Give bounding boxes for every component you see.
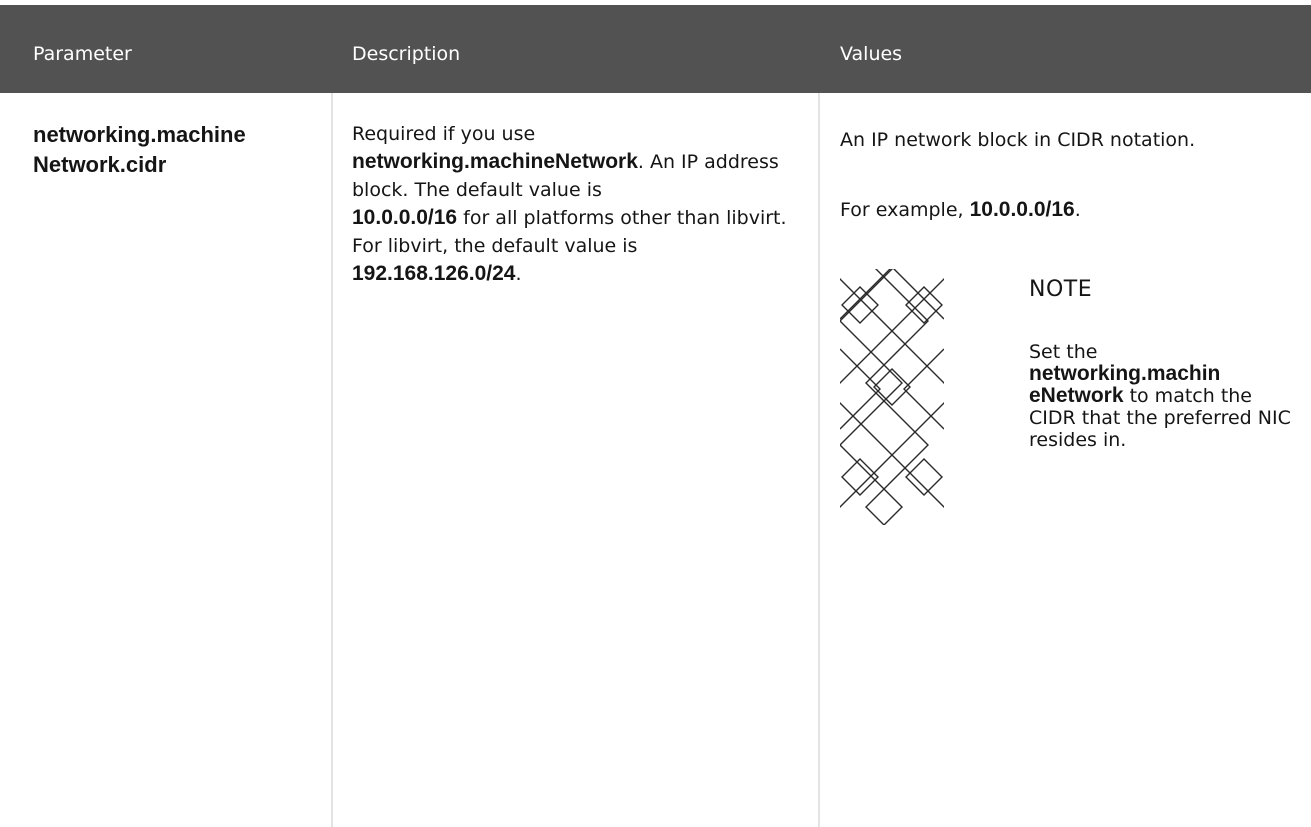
parameter-name-line2: Network.cidr (33, 152, 167, 177)
note-body: Set the networking.machin eNetwork to ma… (1029, 341, 1291, 451)
note-title: NOTE (1029, 277, 1093, 302)
note-bold-1: networking.machin (1029, 362, 1221, 385)
values-text-1: An IP network block in CIDR notation. (840, 129, 1196, 151)
parameter-name-line1: networking.machine (33, 122, 246, 147)
table-header: Parameter Description Values (0, 5, 1311, 93)
description-bold-network: networking.machineNetwork (352, 150, 638, 173)
column-divider (818, 93, 820, 827)
values-text-2: For example, 10.0.0.0/16. (840, 198, 1081, 221)
note-pattern-icon (840, 269, 944, 525)
description-bold-default: 10.0.0.0/16 (352, 206, 458, 229)
values-example-bold: 10.0.0.0/16 (969, 198, 1075, 221)
description-bold-libvirt: 192.168.126.0/24 (352, 262, 516, 285)
header-values: Values (840, 43, 903, 65)
parameter-cell: networking.machine Network.cidr (33, 120, 318, 180)
description-cell: Required if you use networking.machineNe… (352, 120, 807, 288)
header-parameter: Parameter (33, 43, 132, 65)
description-text: Required if you use networking.machineNe… (352, 123, 787, 285)
column-divider (331, 93, 333, 827)
note-bold-2: eNetwork (1029, 384, 1124, 407)
header-description: Description (352, 43, 461, 65)
